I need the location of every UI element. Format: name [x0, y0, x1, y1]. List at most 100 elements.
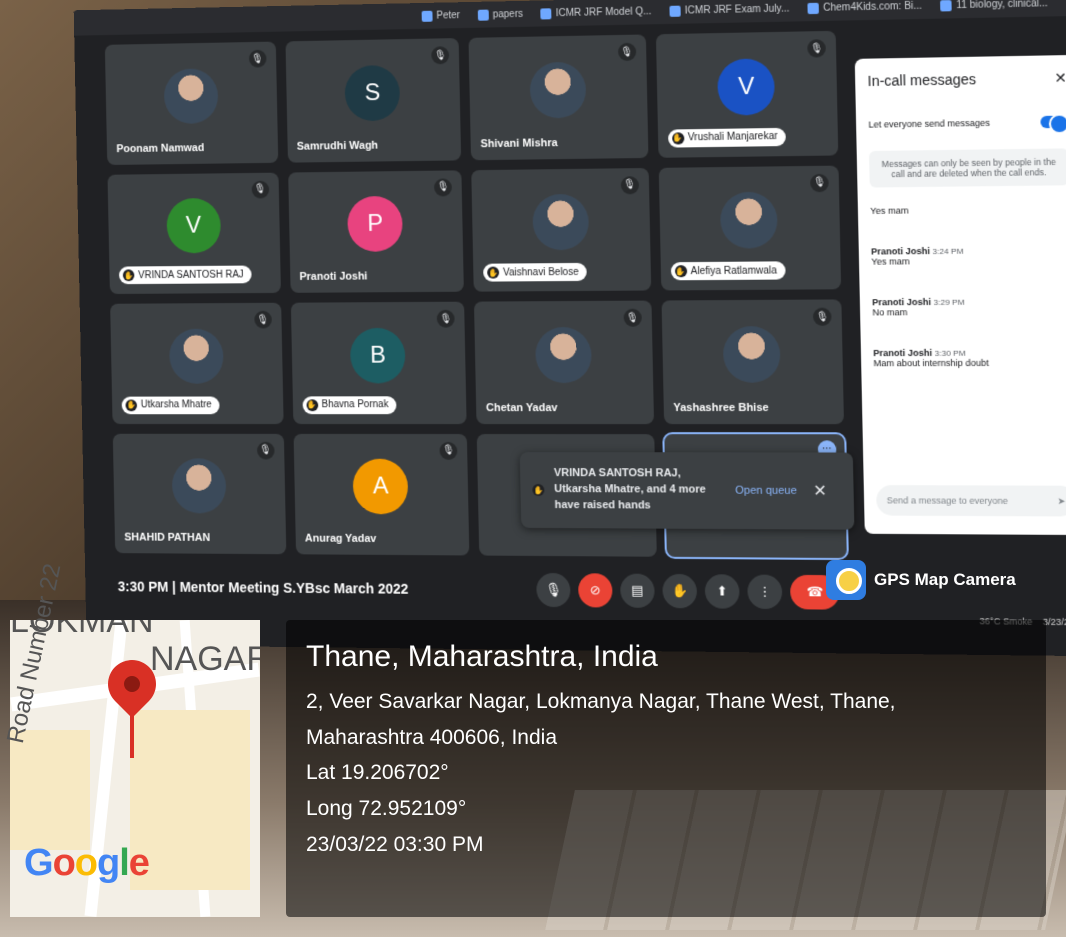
participant-tile[interactable]: 🎙 S Samrudhi Wagh	[284, 38, 462, 163]
gps-camera-icon	[826, 560, 866, 600]
meeting-time: 3:30 PM	[117, 578, 169, 595]
send-messages-toggle[interactable]	[1040, 115, 1066, 129]
bookmark-icon	[421, 10, 433, 22]
toggle-label: Let everyone send messages	[868, 117, 991, 130]
hand-icon: ✋	[122, 269, 135, 282]
chat-notice: Messages can only be seen by people in t…	[868, 148, 1066, 188]
participant-tile[interactable]: 🎙 P Pranoti Joshi	[287, 169, 464, 293]
address-line-2: Maharashtra 400606, India	[306, 725, 558, 749]
mic-off-icon: 🎙	[622, 308, 642, 327]
avatar: V	[166, 198, 221, 254]
meeting-name: Mentor Meeting S.YBsc March 2022	[179, 579, 409, 597]
avatar: B	[350, 327, 406, 384]
participant-name: VRINDA SANTOSH RAJ	[138, 269, 244, 281]
raised-hands-toast: ✋ VRINDA SANTOSH RAJ, Utkarsha Mhatre, a…	[519, 452, 855, 530]
participant-name: Vaishnavi Belose	[502, 266, 579, 279]
avatar	[529, 61, 587, 119]
datetime: 23/03/22 03:30 PM	[306, 832, 484, 856]
bookmark-item[interactable]: Peter	[421, 10, 460, 22]
message-text: Yes mam	[870, 205, 909, 216]
avatar: V	[717, 58, 776, 116]
hand-icon: ✋	[305, 398, 318, 411]
participant-name: Yashashree Bhise	[673, 401, 769, 414]
mic-off-icon: 🎙	[433, 177, 453, 197]
participant-tile[interactable]: 🎙 A Anurag Yadav	[293, 433, 470, 556]
avatar	[534, 326, 592, 384]
participant-name: Shivani Mishra	[480, 136, 558, 150]
message-sender: Pranoti Joshi	[871, 245, 931, 257]
participant-tile[interactable]: 🎙 Shivani Mishra	[468, 34, 648, 160]
mic-off-icon: 🎙	[431, 46, 450, 65]
participant-name: Samrudhi Wagh	[296, 139, 379, 153]
message-placeholder: Send a message to everyone	[886, 495, 1009, 506]
hand-icon: ✋	[532, 484, 545, 497]
bookmark-item[interactable]: papers	[477, 8, 524, 21]
mic-off-icon: 🎙	[251, 180, 269, 199]
message-sender: Pranoti Joshi	[872, 296, 932, 308]
avatar	[722, 325, 782, 383]
camera-off-button[interactable]: ⊘	[577, 573, 613, 608]
mic-off-icon: 🎙	[256, 441, 275, 460]
chat-title: In-call messages	[867, 70, 977, 90]
bookmark-item[interactable]: ICMR JRF Exam July...	[669, 2, 790, 17]
avatar: A	[352, 459, 409, 515]
close-icon[interactable]: ✕	[1054, 69, 1066, 87]
participant-tile[interactable]: 🎙 Chetan Yadav	[473, 300, 654, 424]
message-time: 3:24 PM	[932, 246, 964, 257]
mic-off-icon: 🎙	[436, 309, 455, 328]
raised-hand-pill: ✋ VRINDA SANTOSH RAJ	[118, 265, 252, 285]
raised-hand-pill: ✋ Alefiya Ratlamwala	[670, 261, 786, 281]
open-queue-button[interactable]: Open queue	[735, 485, 797, 497]
place-name: Thane, Maharashtra, India	[306, 640, 658, 673]
captions-button[interactable]: ▤	[620, 573, 655, 608]
message-list: Yes mam Pranoti Joshi 3:24 PM Yes mam Prano…	[870, 204, 1066, 369]
participant-tile[interactable]: 🎙 V ✋ Vrushali Manjarekar	[655, 30, 839, 158]
message-time: 3:30 PM	[934, 348, 966, 358]
avatar	[531, 194, 589, 251]
meeting-title: 3:30 PM | Mentor Meeting S.YBsc March 20…	[118, 579, 537, 598]
avatar: S	[344, 64, 401, 122]
mic-off-icon: 🎙	[812, 307, 832, 326]
hand-icon: ✋	[125, 399, 138, 411]
mic-button[interactable]: 🎙	[536, 572, 571, 608]
message-input[interactable]: Send a message to everyone ➤	[876, 485, 1066, 517]
mic-off-icon: 🎙	[439, 441, 458, 460]
bookmark-item[interactable]: ICMR JRF Model Q...	[540, 6, 652, 19]
raise-hand-button[interactable]: ✋	[662, 573, 698, 609]
bookmark-label: Chem4Kids.com: Bi...	[822, 0, 923, 14]
more-options-button[interactable]: ⋮	[747, 574, 783, 610]
bookmark-label: ICMR JRF Exam July...	[684, 2, 790, 17]
participant-tile[interactable]: 🎙 B ✋ Bhavna Pornak	[290, 301, 467, 424]
chat-message: Pranoti Joshi 3:30 PM Mam about internshi…	[873, 347, 1066, 369]
participant-tile[interactable]: 🎙 ✋ Vaishnavi Belose	[471, 167, 651, 292]
participant-tile[interactable]: 🎙 Yashashree Bhise	[661, 299, 844, 424]
bookmark-item[interactable]: Chem4Kids.com: Bi...	[807, 0, 923, 14]
latitude: Lat 19.206702°	[306, 761, 449, 785]
participant-tile[interactable]: 🎙 ✋ Utkarsha Mhatre	[110, 302, 284, 424]
message-sender: Pranoti Joshi	[873, 347, 933, 359]
address-line-1: 2, Veer Savarkar Nagar, Lokmanya Nagar, …	[306, 690, 896, 713]
participant-name: Alefiya Ratlamwala	[690, 264, 778, 277]
participant-tile[interactable]: 🎙 Poonam Namwad	[104, 41, 278, 165]
send-icon[interactable]: ➤	[1057, 495, 1065, 506]
raised-hand-pill: ✋ Vrushali Manjarekar	[667, 127, 787, 148]
mic-off-icon: 🎙	[248, 49, 267, 68]
raised-hand-pill: ✋ Vaishnavi Belose	[483, 262, 587, 282]
bookmark-item[interactable]: 11 biology, clinical...	[940, 0, 1048, 11]
participant-tile[interactable]: 🎙 ✋ Alefiya Ratlamwala	[658, 165, 842, 291]
avatar	[171, 458, 227, 514]
hand-icon: ✋	[487, 266, 500, 279]
message-time: 3:29 PM	[933, 297, 965, 308]
bookmark-label: 11 biology, clinical...	[956, 0, 1048, 11]
present-button[interactable]: ⬆	[704, 574, 740, 609]
mic-off-icon: 🎙	[620, 175, 639, 194]
map-label-2: NAGAR	[150, 640, 260, 678]
close-icon[interactable]: ✕	[813, 481, 827, 501]
gps-brand: GPS Map Camera	[826, 560, 1016, 600]
chat-panel: In-call messages ✕ Let everyone send mes…	[854, 54, 1066, 536]
bookmark-label: papers	[492, 8, 524, 20]
participant-tile[interactable]: 🎙 V ✋ VRINDA SANTOSH RAJ	[107, 172, 281, 295]
location-pin-tail	[130, 700, 134, 758]
participant-tile[interactable]: 🎙 SHAHID PATHAN	[112, 433, 286, 555]
chat-message: Yes mam	[870, 204, 1066, 216]
